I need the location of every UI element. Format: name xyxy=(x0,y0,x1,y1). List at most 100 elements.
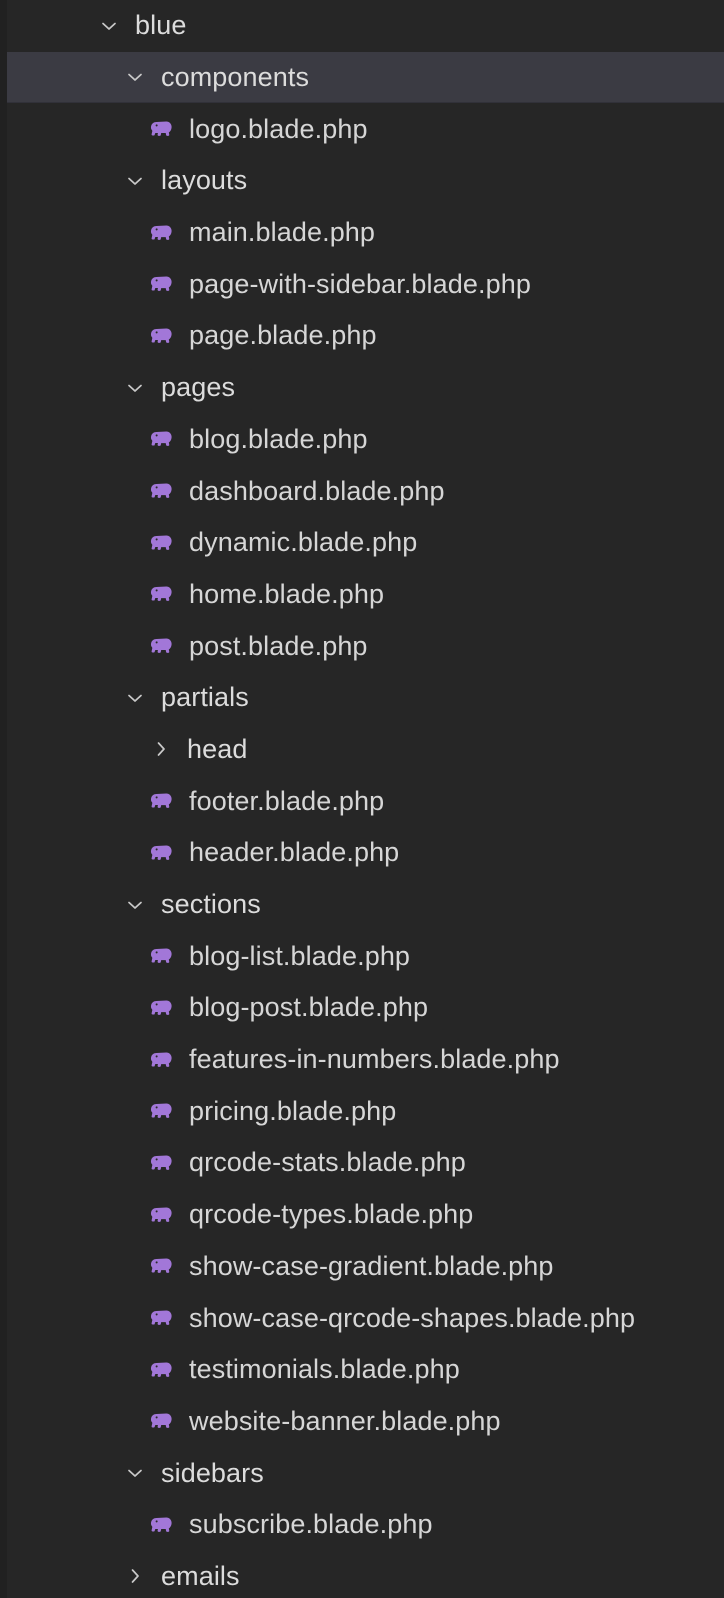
tree-file-row[interactable]: features-in-numbers.blade.php xyxy=(0,1034,724,1086)
chevron-down-icon[interactable] xyxy=(122,64,148,90)
chevron-down-icon[interactable] xyxy=(122,375,148,401)
php-elephant-icon xyxy=(148,787,176,815)
php-elephant-icon xyxy=(150,793,172,808)
php-elephant-icon xyxy=(148,1201,176,1229)
php-elephant-icon xyxy=(150,1052,172,1067)
php-elephant-icon xyxy=(150,1207,172,1222)
chevron-right-icon[interactable] xyxy=(122,1563,148,1589)
php-elephant-icon xyxy=(150,1258,172,1274)
php-elephant-icon xyxy=(148,270,176,298)
tree-file-row[interactable]: qrcode-types.blade.php xyxy=(0,1189,724,1241)
tree-file-row[interactable]: logo.blade.php xyxy=(0,103,724,155)
file-name-label: page.blade.php xyxy=(189,320,377,351)
chevron-right-icon[interactable] xyxy=(148,736,174,762)
file-name-label: qrcode-stats.blade.php xyxy=(189,1147,466,1178)
php-elephant-icon xyxy=(150,1413,172,1429)
file-name-label: header.blade.php xyxy=(189,837,400,868)
tree-file-row[interactable]: dynamic.blade.php xyxy=(0,517,724,569)
chevron-down-icon xyxy=(128,694,142,702)
file-name-label: blog-post.blade.php xyxy=(189,992,429,1023)
tree-file-row[interactable]: header.blade.php xyxy=(0,827,724,879)
php-elephant-icon xyxy=(148,322,176,350)
chevron-down-icon[interactable] xyxy=(96,13,122,39)
tree-file-row[interactable]: website-banner.blade.php xyxy=(0,1396,724,1448)
folder-name-label: pages xyxy=(161,372,236,403)
php-elephant-icon xyxy=(148,1252,176,1280)
tree-file-row[interactable]: show-case-gradient.blade.php xyxy=(0,1241,724,1293)
php-elephant-icon xyxy=(150,276,172,292)
tree-file-row[interactable]: qrcode-stats.blade.php xyxy=(0,1137,724,1189)
tree-file-row[interactable]: pricing.blade.php xyxy=(0,1085,724,1137)
php-elephant-icon xyxy=(148,1304,176,1332)
tree-file-row[interactable]: footer.blade.php xyxy=(0,775,724,827)
tree-file-row[interactable]: blog-post.blade.php xyxy=(0,982,724,1034)
tree-file-row[interactable]: main.blade.php xyxy=(0,207,724,259)
tree-folder-row[interactable]: sidebars xyxy=(0,1447,724,1499)
chevron-down-icon[interactable] xyxy=(122,1460,148,1486)
tree-file-row[interactable]: page-with-sidebar.blade.php xyxy=(0,258,724,310)
php-elephant-icon xyxy=(150,121,172,137)
tree-folder-row[interactable]: components xyxy=(0,51,724,104)
tree-folder-row[interactable]: blue xyxy=(0,0,724,52)
tree-folder-row[interactable]: emails xyxy=(0,1551,724,1598)
folder-name-label: emails xyxy=(161,1560,240,1591)
chevron-right-icon xyxy=(131,1569,139,1584)
file-name-label: page-with-sidebar.blade.php xyxy=(189,268,531,299)
php-elephant-icon xyxy=(148,1097,176,1125)
tree-folder-row[interactable]: head xyxy=(0,724,724,776)
php-elephant-icon xyxy=(150,638,172,653)
php-elephant-icon xyxy=(148,632,176,660)
php-elephant-icon xyxy=(150,1517,172,1532)
tree-folder-row[interactable]: layouts xyxy=(0,155,724,207)
tree-file-row[interactable]: subscribe.blade.php xyxy=(0,1499,724,1551)
file-explorer-tree: blue components logo.blade.php layouts main.… xyxy=(0,0,724,1598)
folder-name-label: components xyxy=(161,61,310,92)
php-elephant-icon xyxy=(148,219,176,247)
tree-file-row[interactable]: post.blade.php xyxy=(0,620,724,672)
tree-file-row[interactable]: blog.blade.php xyxy=(0,414,724,466)
chevron-down-icon[interactable] xyxy=(122,168,148,194)
chevron-down-icon[interactable] xyxy=(122,685,148,711)
chevron-down-icon xyxy=(128,73,142,81)
tree-folder-row[interactable]: pages xyxy=(0,362,724,414)
folder-name-label: blue xyxy=(135,10,187,41)
tree-file-row[interactable]: show-case-qrcode-shapes.blade.php xyxy=(0,1292,724,1344)
chevron-right-icon xyxy=(157,742,165,757)
tree-file-row[interactable]: page.blade.php xyxy=(0,310,724,362)
file-name-label: show-case-gradient.blade.php xyxy=(189,1250,554,1281)
php-elephant-icon xyxy=(148,994,176,1022)
file-name-label: logo.blade.php xyxy=(189,113,368,144)
php-elephant-icon xyxy=(148,1511,176,1539)
php-elephant-icon xyxy=(148,1356,176,1384)
chevron-down-icon[interactable] xyxy=(122,892,148,918)
tree-file-row[interactable]: testimonials.blade.php xyxy=(0,1344,724,1396)
tree-folder-row[interactable]: partials xyxy=(0,672,724,724)
tree-file-row[interactable]: home.blade.php xyxy=(0,569,724,621)
tree-folder-row[interactable]: sections xyxy=(0,879,724,931)
php-elephant-icon xyxy=(148,115,176,143)
tree-file-row[interactable]: blog-list.blade.php xyxy=(0,930,724,982)
tree-file-row[interactable]: dashboard.blade.php xyxy=(0,465,724,517)
file-name-label: footer.blade.php xyxy=(189,785,385,816)
